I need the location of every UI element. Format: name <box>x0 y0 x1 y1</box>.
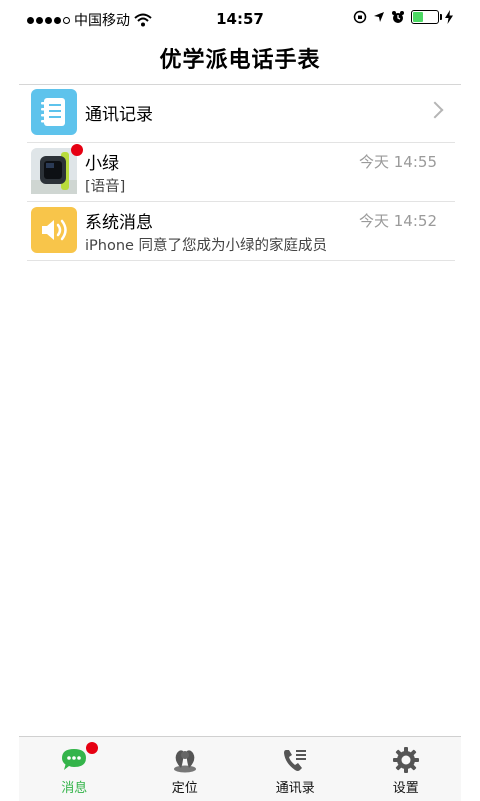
tab-label: 消息 <box>61 781 88 796</box>
tab-messages[interactable]: 消息 <box>19 737 130 801</box>
system-message-title: 系统消息 <box>85 213 153 233</box>
orientation-lock-icon <box>353 10 367 24</box>
message-preview: iPhone 同意了您成为小绿的家庭成员 <box>85 238 328 254</box>
gear-icon <box>392 746 420 774</box>
location-icon <box>171 746 199 774</box>
message-list: 通讯记录 小绿 [语音] 今天 14:55 系统消息 iPhone 同意了您成为… <box>27 84 455 261</box>
tab-bar: 消息 定位 通讯录 设置 <box>19 736 461 801</box>
tab-badge <box>86 742 99 754</box>
chevron-right-icon <box>426 101 444 119</box>
unread-badge <box>71 144 83 156</box>
tab-settings[interactable]: 设置 <box>351 737 462 801</box>
page-title: 优学派电话手表 <box>159 48 321 73</box>
phone-book-icon <box>281 746 309 774</box>
location-arrow-icon <box>374 12 384 22</box>
battery-icon <box>411 10 442 24</box>
alarm-icon <box>392 11 404 23</box>
watch-avatar <box>31 144 83 194</box>
tab-label: 定位 <box>171 781 198 796</box>
speaker-icon <box>31 207 77 253</box>
tab-label: 通讯录 <box>275 781 315 796</box>
call-log-row[interactable]: 通讯记录 <box>27 84 455 143</box>
message-preview: [语音] <box>85 179 126 195</box>
notebook-icon <box>31 89 77 135</box>
tab-label: 设置 <box>392 781 419 796</box>
contact-name: 小绿 <box>85 154 119 174</box>
nav-bar: 优学派电话手表 <box>19 38 461 85</box>
message-time: 今天 14:52 <box>359 212 437 230</box>
chat-icon <box>60 742 99 774</box>
status-bar: 中国移动 14:57 <box>19 0 461 38</box>
app-frame: 中国移动 14:57 优学派电话手表 通讯记录 小绿 [语音] 今天 14:55… <box>19 0 461 801</box>
list-item-xiaolv[interactable]: 小绿 [语音] 今天 14:55 <box>27 143 455 202</box>
message-time: 今天 14:55 <box>359 153 437 171</box>
tab-contacts[interactable]: 通讯录 <box>240 737 351 801</box>
tab-location[interactable]: 定位 <box>130 737 241 801</box>
call-log-label: 通讯记录 <box>85 105 153 125</box>
status-right <box>353 10 453 24</box>
list-item-system[interactable]: 系统消息 iPhone 同意了您成为小绿的家庭成员 今天 14:52 <box>27 202 455 261</box>
charging-bolt-icon <box>445 10 453 24</box>
